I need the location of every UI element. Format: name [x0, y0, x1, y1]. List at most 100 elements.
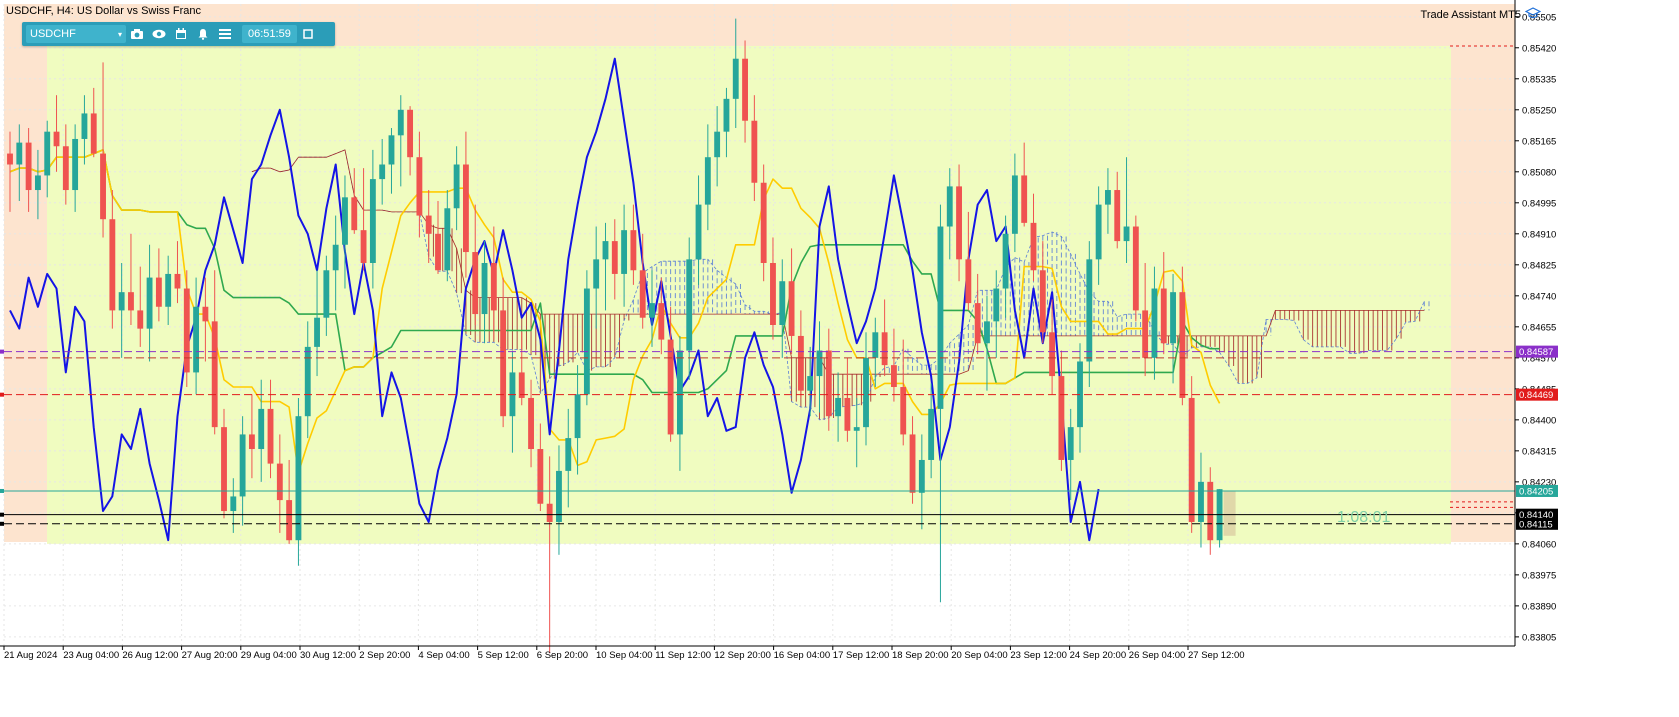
candle-body[interactable] [965, 259, 972, 304]
chart-svg[interactable]: 0.855050.854200.853350.852500.851650.850… [0, 0, 1679, 712]
trade-assistant-label[interactable]: Trade Assistant MT5 [1421, 7, 1542, 22]
candle-body[interactable] [890, 365, 897, 388]
candle-body[interactable] [286, 500, 293, 541]
candle-body[interactable] [81, 113, 88, 139]
candle-body[interactable] [1011, 175, 1018, 234]
candle-body[interactable] [630, 230, 637, 271]
candle-body[interactable] [732, 58, 739, 99]
candle-body[interactable] [714, 131, 721, 158]
candle-body[interactable] [1067, 427, 1074, 460]
candle-body[interactable] [109, 219, 116, 311]
candle-body[interactable] [239, 434, 246, 497]
candle-body[interactable] [1002, 233, 1009, 289]
candle-body[interactable] [7, 153, 13, 165]
chart-area[interactable]: 0.85505 0.85420 0.85335 0.85250 0.85165 0.850… [0, 0, 1679, 712]
candle-body[interactable] [1104, 190, 1111, 205]
candle-body[interactable] [304, 346, 311, 417]
candle-body[interactable] [593, 259, 600, 289]
candle-body[interactable] [25, 142, 32, 191]
candle-body[interactable] [1114, 190, 1121, 242]
candle-body[interactable] [314, 317, 320, 347]
candle-body[interactable] [118, 292, 125, 311]
candle-body[interactable] [1095, 204, 1102, 260]
candle-body[interactable] [323, 270, 330, 318]
candle-body[interactable] [1179, 292, 1186, 398]
candle-body[interactable] [797, 335, 804, 391]
symbol-selector[interactable]: USDCHF ▾ [26, 25, 126, 43]
candle-body[interactable] [435, 233, 441, 271]
candle-body[interactable] [1030, 222, 1037, 271]
candle-body[interactable] [835, 397, 842, 417]
candle-body[interactable] [844, 397, 851, 431]
candle-body[interactable] [565, 438, 572, 471]
candle-body[interactable] [788, 281, 795, 336]
candle-body[interactable] [388, 135, 395, 165]
candle-body[interactable] [546, 503, 553, 522]
candle-body[interactable] [174, 273, 181, 289]
candle-body[interactable] [1021, 175, 1028, 223]
candle-body[interactable] [90, 113, 97, 154]
candle-body[interactable] [248, 434, 255, 450]
candle-body[interactable] [760, 182, 767, 263]
candle-body[interactable] [453, 164, 460, 209]
candle-body[interactable] [193, 306, 200, 373]
candle-body[interactable] [1132, 226, 1139, 311]
candle-body[interactable] [276, 463, 283, 501]
candle-body[interactable] [984, 321, 990, 344]
candle-body[interactable] [825, 350, 832, 417]
candle-body[interactable] [676, 350, 683, 435]
candle-body[interactable] [416, 157, 423, 216]
price-tag-label[interactable]: 0.84205 [1519, 486, 1553, 497]
candle-body[interactable] [146, 277, 153, 329]
candle-body[interactable] [1198, 481, 1204, 522]
candle-body[interactable] [1142, 310, 1149, 358]
candle-body[interactable] [137, 310, 144, 329]
candle-body[interactable] [909, 434, 916, 493]
candle-body[interactable] [946, 186, 953, 227]
candle-body[interactable] [397, 109, 404, 136]
candle-body[interactable] [528, 397, 534, 450]
candle-body[interactable] [425, 215, 432, 234]
candle-body[interactable] [974, 303, 981, 344]
candle-body[interactable] [100, 153, 106, 220]
price-tag-label[interactable]: 0.84587 [1519, 347, 1553, 358]
candle-body[interactable] [956, 186, 962, 260]
candle-body[interactable] [1160, 288, 1167, 344]
candle-body[interactable] [481, 262, 488, 315]
candle-body[interactable] [500, 310, 507, 417]
menu-icon[interactable] [214, 24, 236, 44]
candle-body[interactable] [686, 259, 693, 351]
candle-body[interactable] [379, 164, 386, 180]
price-tag-label[interactable]: 0.84469 [1519, 390, 1553, 401]
candle-body[interactable] [639, 270, 646, 318]
candle-body[interactable] [1058, 376, 1065, 460]
candle-body[interactable] [202, 306, 209, 322]
candle-body[interactable] [1170, 292, 1176, 344]
restore-window-icon[interactable] [297, 24, 319, 44]
candle-body[interactable] [472, 252, 479, 315]
candle-body[interactable] [993, 288, 1000, 322]
candle-body[interactable] [1039, 270, 1046, 333]
candle-body[interactable] [1188, 397, 1195, 522]
candle-body[interactable] [574, 394, 581, 439]
candle-body[interactable] [770, 262, 776, 325]
candle-body[interactable] [53, 131, 60, 147]
candle-body[interactable] [267, 408, 274, 464]
candle-body[interactable] [490, 262, 497, 311]
candle-body[interactable] [44, 131, 51, 176]
candle-body[interactable] [918, 459, 925, 493]
candle-body[interactable] [863, 357, 869, 428]
candle-body[interactable] [258, 408, 265, 450]
candle-body[interactable] [704, 157, 711, 205]
candle-body[interactable] [369, 179, 376, 263]
candle-body[interactable] [183, 288, 190, 373]
candle-body[interactable] [211, 321, 218, 428]
candle-body[interactable] [816, 350, 823, 377]
candle-body[interactable] [937, 226, 944, 409]
candle-body[interactable] [742, 58, 748, 121]
candle-body[interactable] [1123, 226, 1130, 242]
candle-body[interactable] [583, 288, 590, 395]
candle-body[interactable] [1049, 332, 1056, 377]
bell-icon[interactable] [192, 24, 214, 44]
candle-body[interactable] [611, 241, 618, 274]
